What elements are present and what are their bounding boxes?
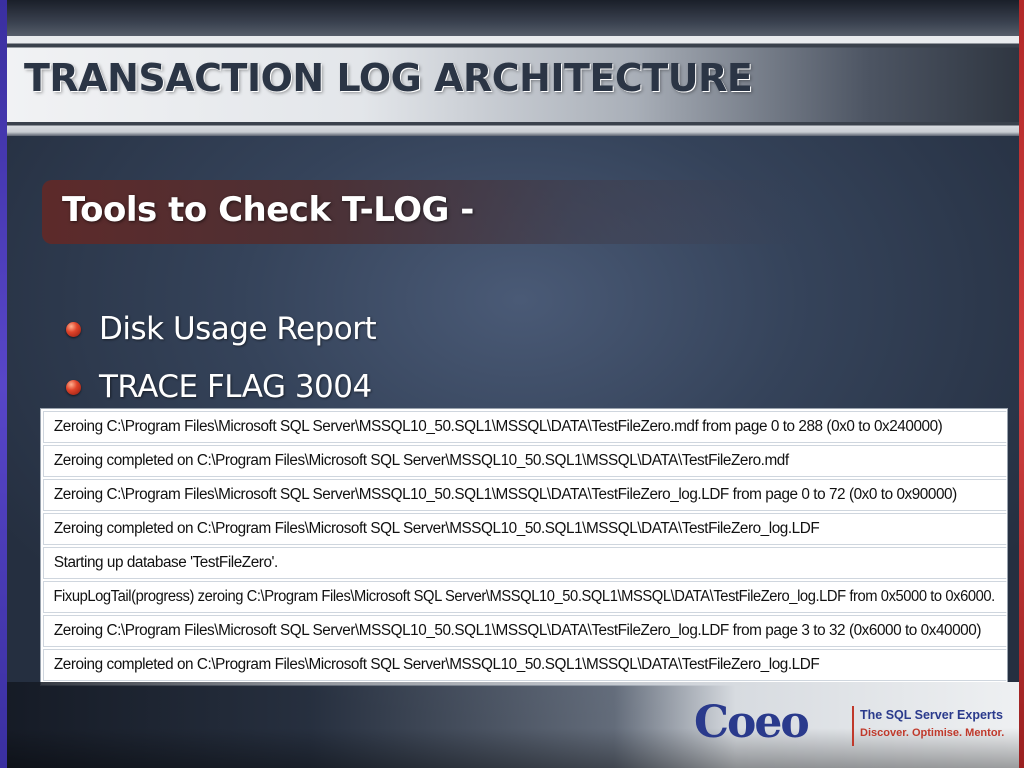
log-row[interactable]: Starting up database 'TestFileZero'.	[43, 547, 1007, 579]
red-sphere-bullet-icon	[66, 321, 81, 337]
bullet-list: Disk Usage Report TRACE FLAG 3004	[66, 300, 377, 416]
bullet-text: TRACE FLAG 3004	[99, 369, 372, 405]
logo-divider	[852, 706, 854, 746]
coeo-logo-wordmark: Coeo	[694, 697, 810, 748]
log-row[interactable]: Zeroing completed on C:\Program Files\Mi…	[43, 445, 1007, 477]
top-band	[7, 0, 1019, 38]
right-edge-accent	[1019, 0, 1024, 768]
error-log-panel: Zeroing C:\Program Files\Microsoft SQL S…	[40, 408, 1008, 686]
log-row[interactable]: Zeroing completed on C:\Program Files\Mi…	[43, 649, 1007, 681]
left-edge-accent	[0, 0, 7, 768]
slide-title: TRANSACTION LOG ARCHITECTURE	[24, 56, 753, 100]
bullet-item: Disk Usage Report	[66, 300, 377, 358]
log-row[interactable]: Zeroing completed on C:\Program Files\Mi…	[43, 513, 1007, 545]
logo-tagline: The SQL Server Experts	[860, 708, 1003, 722]
bullet-text: Disk Usage Report	[99, 311, 377, 347]
slide-subtitle: Tools to Check T-LOG -	[62, 190, 474, 230]
log-row[interactable]: Zeroing C:\Program Files\Microsoft SQL S…	[43, 411, 1007, 443]
log-row[interactable]: Zeroing C:\Program Files\Microsoft SQL S…	[43, 615, 1007, 647]
log-row[interactable]: Zeroing C:\Program Files\Microsoft SQL S…	[43, 479, 1007, 511]
logo-motto: Discover. Optimise. Mentor.	[860, 727, 1005, 739]
red-sphere-bullet-icon	[66, 379, 81, 395]
coeo-logo: Coeo The SQL Server Experts Discover. Op…	[694, 697, 1005, 749]
slide: TRANSACTION LOG ARCHITECTURE Tools to Ch…	[0, 0, 1024, 768]
log-row[interactable]: FixupLogTail(progress) zeroing C:\Progra…	[43, 581, 1006, 613]
